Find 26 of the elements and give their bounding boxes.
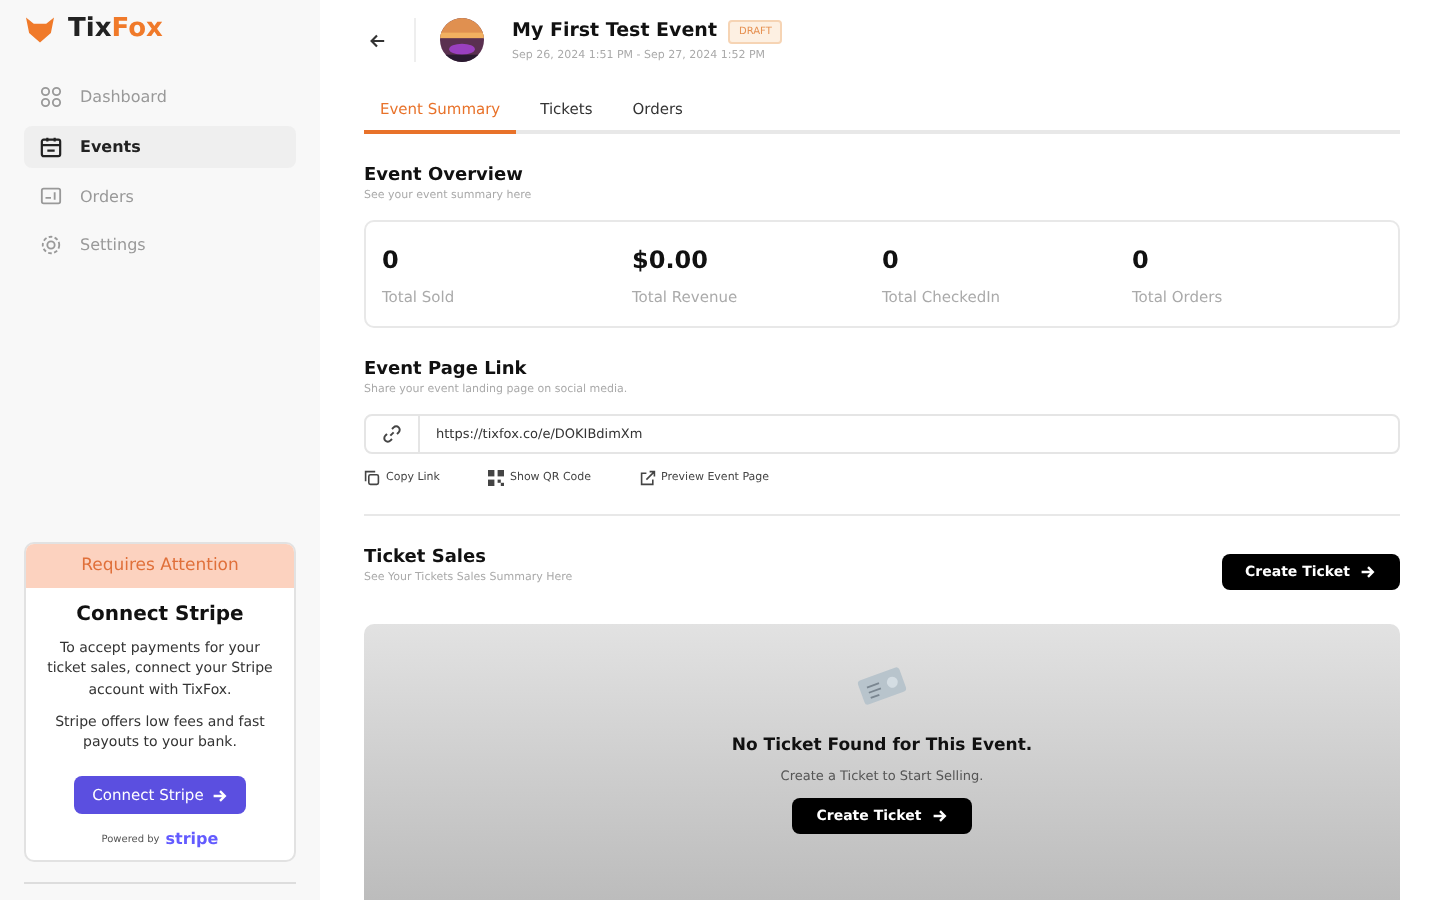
stat-value: $0.00 [632,246,710,274]
event-title: My First Test Event [512,20,717,42]
stat-value: 0 [382,246,401,274]
attention-banner: Requires Attention [26,544,294,589]
empty-title: No Ticket Found for This Event. [731,736,1033,756]
settings-icon [40,234,62,256]
arrow-icon [931,808,948,824]
arrow-icon [1360,564,1376,580]
fox-logo-icon [24,15,56,43]
section-title: Event Overview [364,166,525,186]
section-title: Event Page Link [364,360,529,380]
ticket-icon [40,186,62,206]
qr-code-icon [487,470,504,486]
stat-value: 0 [882,246,901,274]
sidebar-item[interactable]: Events [24,126,296,168]
stripe-logo: stripe [165,830,219,848]
copy-icon [364,470,380,486]
arrow-icon [211,787,228,803]
card-title: Connect Stripe [74,604,246,627]
external-link-icon [639,470,656,486]
stat-value: 0 [1132,246,1151,274]
grid-icon [40,86,62,108]
calendar-icon [40,136,62,158]
link-icon [382,424,402,444]
section-title: Ticket Sales [364,548,488,568]
brand-name: TixFox [68,14,163,44]
